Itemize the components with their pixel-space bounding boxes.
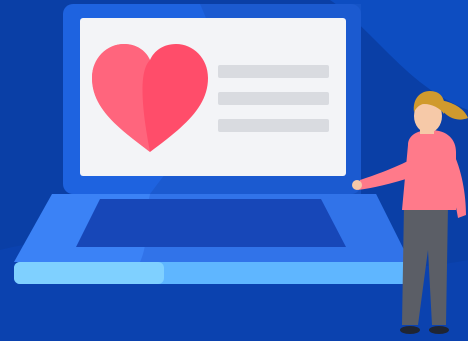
text-line-1 — [218, 65, 329, 78]
woman-shoe-right — [429, 326, 449, 334]
laptop-base-edge-highlight — [14, 262, 164, 284]
laptop — [14, 4, 410, 284]
illustration-canvas — [0, 0, 468, 341]
woman-shoe-left — [400, 326, 420, 334]
text-line-2 — [218, 92, 329, 105]
text-line-3 — [218, 119, 329, 132]
woman-hand — [352, 180, 362, 190]
illustration-scene — [0, 0, 468, 341]
laptop-trackpad — [76, 199, 346, 247]
